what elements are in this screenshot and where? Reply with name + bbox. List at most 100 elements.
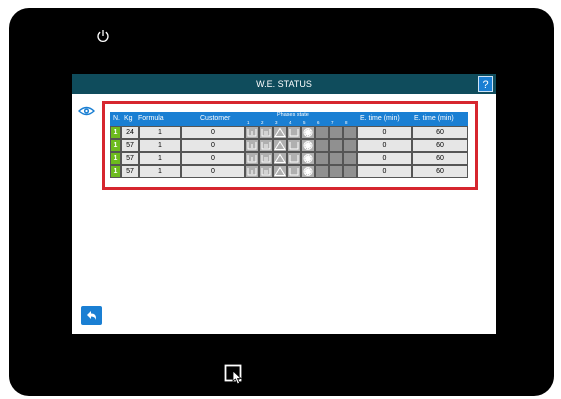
phase-number: 8 [345,120,348,125]
cell-phase [315,152,329,165]
prewash-tub-icon [247,155,257,163]
cell-phase [259,165,273,178]
prewash-tub-icon [247,168,257,176]
cell-etime-2: 60 [412,139,468,152]
cell-etime-1: 0 [357,126,412,139]
header-customer: Customer [200,115,231,122]
table-row[interactable]: 1 57 1 0 0 60 [110,152,468,165]
cell-kg: 57 [121,139,139,152]
phase-number: 5 [303,120,306,125]
cell-phase [315,165,329,178]
touch-screen-icon[interactable] [224,364,248,386]
rinse-tub-icon [289,155,299,163]
cell-phase [287,152,301,165]
prewash-tub-icon [247,129,257,137]
cell-formula: 1 [139,139,181,152]
table-header: N. Kg Formula Customer Phases state 1 2 … [110,112,468,126]
cell-formula: 1 [139,152,181,165]
header-kg: Kg [124,115,133,122]
header-etime-2: E. time (min) [414,115,454,122]
rinse-tub-icon [289,129,299,137]
table-row[interactable]: 1 57 1 0 0 60 [110,139,468,152]
cell-etime-1: 0 [357,139,412,152]
cell-customer: 0 [181,139,245,152]
cell-phase [259,126,273,139]
phase-number: 1 [247,120,250,125]
cell-n: 1 [110,139,121,152]
cell-formula: 1 [139,165,181,178]
cell-phase [273,165,287,178]
back-arrow-icon [87,311,96,320]
cell-phase [315,126,329,139]
cell-phase [273,139,287,152]
cell-customer: 0 [181,126,245,139]
cell-kg: 24 [121,126,139,139]
bleach-triangle-icon [274,127,286,137]
window-title: W.E. STATUS [256,79,312,89]
cell-phase [343,165,357,178]
cell-phase [273,152,287,165]
bleach-triangle-icon [274,166,286,176]
wash-tub-icon [261,142,271,150]
cell-phase [273,126,287,139]
cell-kg: 57 [121,152,139,165]
spin-drum-icon [303,167,313,176]
cell-phase [301,126,315,139]
cell-etime-1: 0 [357,165,412,178]
header-phases-state: Phases state [277,112,309,118]
rinse-tub-icon [289,142,299,150]
cell-phase [301,139,315,152]
cell-etime-2: 60 [412,126,468,139]
header-formula: Formula [138,115,164,122]
rinse-tub-icon [289,168,299,176]
cell-etime-2: 60 [412,152,468,165]
cell-phase [315,139,329,152]
cell-phase [259,152,273,165]
cell-n: 1 [110,152,121,165]
wash-tub-icon [261,155,271,163]
cell-phase [301,165,315,178]
header-n: N. [113,115,120,122]
cell-phase [245,126,259,139]
eye-icon[interactable] [78,105,95,117]
cell-phase [329,152,343,165]
wash-tub-icon [261,168,271,176]
cell-customer: 0 [181,165,245,178]
cell-phase [287,165,301,178]
cell-customer: 0 [181,152,245,165]
bleach-triangle-icon [274,140,286,150]
cell-n: 1 [110,126,121,139]
help-button[interactable]: ? [478,76,493,92]
spin-drum-icon [303,128,313,137]
cell-phase [343,126,357,139]
cell-etime-1: 0 [357,152,412,165]
cell-etime-2: 60 [412,165,468,178]
prewash-tub-icon [247,142,257,150]
phase-number: 4 [289,120,292,125]
cell-phase [329,165,343,178]
cell-phase [301,152,315,165]
table-row[interactable]: 1 57 1 0 0 60 [110,165,468,178]
cell-formula: 1 [139,126,181,139]
cell-phase [343,152,357,165]
cell-kg: 57 [121,165,139,178]
phase-number: 2 [261,120,264,125]
phase-number: 7 [331,120,334,125]
spin-drum-icon [303,154,313,163]
power-icon[interactable] [96,29,110,43]
spin-drum-icon [303,141,313,150]
cell-phase [329,139,343,152]
wash-tub-icon [261,129,271,137]
cell-phase [259,139,273,152]
table-row[interactable]: 1 24 1 0 0 60 [110,126,468,139]
phase-number: 3 [275,120,278,125]
back-button[interactable] [81,306,102,325]
cell-phase [287,126,301,139]
screen: W.E. STATUS ? N. Kg Formula Customer Pha… [72,74,496,334]
phase-number: 6 [317,120,320,125]
cell-phase [287,139,301,152]
cell-phase [245,165,259,178]
cell-n: 1 [110,165,121,178]
cell-phase [245,139,259,152]
cell-phase [329,126,343,139]
